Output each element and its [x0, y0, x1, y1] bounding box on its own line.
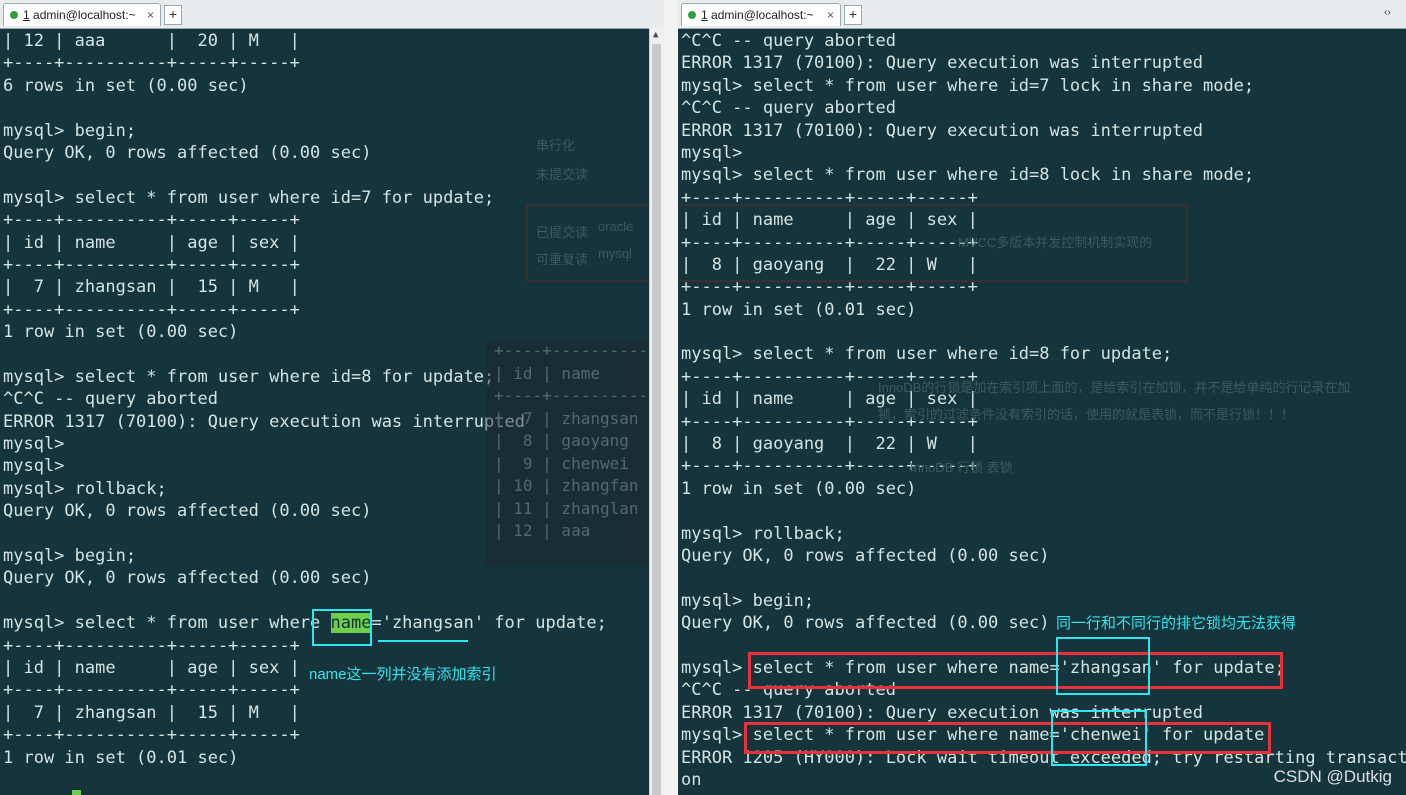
right-line: Query OK, 0 rows affected (0.00 sec) [681, 545, 1050, 566]
left-session-tab[interactable]: 1 admin@localhost:~ × [3, 3, 161, 26]
scroll-up-icon[interactable]: ▲ [653, 30, 658, 40]
ghost-table-row: | 8 | gaoyang | [494, 431, 658, 450]
note-serializable: 串行化 [536, 138, 576, 153]
left-line: 1 row in set (0.01 sec) [3, 747, 239, 768]
right-line: ERROR 1317 (70100): Query execution was … [681, 120, 1203, 141]
tab-scroll-chevron-icon[interactable]: ‹› [1384, 7, 1391, 18]
left-line: Query OK, 0 rows affected (0.00 sec) [3, 568, 372, 589]
left-terminal-pane[interactable]: 1 admin@localhost:~ × + ▾ | 12 | aaa | 2… [0, 0, 664, 795]
left-line: mysql> begin; [3, 120, 137, 141]
left-line: | 7 | zhangsan | 15 | M | [3, 702, 300, 723]
name-column-highlight-box [312, 609, 372, 646]
right-line: | 8 | gaoyang | 22 | W | [681, 434, 978, 455]
pane-divider[interactable] [664, 0, 678, 795]
left-line: | 7 | zhangsan | 15 | M | [3, 277, 300, 298]
chenwei-cyan-box [1051, 710, 1147, 766]
name-no-index-annotation: name这一列并没有添加索引 [309, 666, 497, 683]
left-scrollbar[interactable]: ▲ [649, 28, 664, 795]
right-tab-title: admin@localhost:~ [707, 8, 814, 22]
right-line: 1 row in set (0.01 sec) [681, 299, 917, 320]
left-line: | 12 | aaa | 20 | M | [3, 31, 300, 51]
left-line: 6 rows in set (0.00 sec) [3, 75, 249, 96]
left-line: +----+----------+-----+-----+ [3, 635, 300, 656]
left-line: +----+----------+-----+-----+ [3, 53, 300, 74]
right-line: +----+----------+-----+-----+ [681, 456, 978, 477]
right-line [681, 321, 1406, 343]
ghost-table-row: | 11 | zhanglan | [494, 498, 658, 518]
isolation-box [526, 204, 664, 282]
ghost-table-row: | 7 | zhangsan | [494, 408, 658, 428]
new-tab-button[interactable]: + [164, 5, 182, 25]
close-tab-icon[interactable]: × [147, 8, 154, 22]
right-line: mysql> [681, 142, 743, 163]
connected-status-icon [688, 11, 696, 19]
right-line: mysql> rollback; [681, 523, 845, 544]
left-line: | id | name | age | sex | [3, 657, 300, 678]
ghost-table-row: | 9 | chenwei | [494, 453, 658, 473]
new-tab-button[interactable]: + [844, 5, 862, 25]
right-tab-bar: 1 admin@localhost:~ × + ‹› [678, 0, 1406, 29]
left-line [3, 97, 607, 119]
left-line: +----+----------+-----+-----+ [3, 254, 300, 275]
ghost-table-row: | 10 | zhangfan | [494, 476, 658, 495]
left-line [3, 164, 607, 186]
note-innodb-1: InnoDB的行锁是加在索引项上面的，是给索引在加锁，并不是给单纯的行记录在加 [878, 380, 1351, 395]
left-line: +----+----------+-----+-----+ [3, 299, 300, 320]
left-line: +----+----------+-----+-----+ [3, 725, 300, 746]
ghost-table-row: | 12 | aaa | [494, 521, 658, 540]
ghost-table-text: +----+----------+ | id | name | +----+----… [494, 340, 658, 543]
right-line: 1 row in set (0.00 sec) [681, 478, 917, 499]
left-line: +----+----------+-----+-----+ [3, 680, 300, 701]
chenwei-query-red-box [744, 722, 1271, 754]
ghost-table-row: +----+----------+ [494, 386, 658, 405]
right-line: mysql> select * from user where id=7 loc… [681, 75, 1255, 96]
right-line [681, 500, 1406, 522]
zhangsan-query-red-box [748, 652, 1283, 689]
right-line: ^C^C -- query aborted [681, 31, 896, 51]
left-line: mysql> select * from user where name='zh… [3, 613, 607, 634]
terminal-cursor [72, 790, 81, 795]
left-line: mysql> select * from user where id=7 for… [3, 187, 495, 208]
csdn-watermark: CSDN @Dutkig [1273, 767, 1392, 786]
ghost-table-row: | id | name | [494, 363, 658, 383]
close-tab-icon[interactable]: × [827, 8, 834, 22]
right-line: mysql> select * from user where id=8 loc… [681, 165, 1255, 186]
left-tab-bar: 1 admin@localhost:~ × + ▾ [0, 0, 664, 29]
right-scrollbar[interactable] [1396, 28, 1406, 795]
left-line: | id | name | age | sex | [3, 232, 300, 253]
left-line: Query OK, 0 rows affected (0.00 sec) [3, 142, 372, 163]
zhangsan-underline [378, 640, 468, 642]
connected-status-icon [10, 11, 18, 19]
left-scroll-thumb[interactable] [652, 44, 661, 795]
exclusive-lock-annotation: 同一行和不同行的排它锁均无法获得 [1056, 615, 1297, 632]
right-tab-number: 1 [701, 8, 708, 22]
right-line: Query OK, 0 rows affected (0.00 sec) [681, 613, 1050, 634]
left-tab-title: admin@localhost:~ [29, 8, 136, 22]
right-line: ERROR 1317 (70100): Query execution was … [681, 702, 1203, 723]
right-terminal-pane[interactable]: 1 admin@localhost:~ × + ‹› ^C^C -- query… [678, 0, 1406, 795]
note-read-uncommitted: 未提交读 [536, 167, 589, 182]
right-line [681, 567, 1406, 589]
background-table-overlay: +----+----------+ | id | name | +----+----… [486, 340, 664, 565]
right-line: ERROR 1317 (70100): Query execution was … [681, 53, 1203, 74]
note-innodb-2: 锁，索引的过滤条件没有索引的话，使用的就是表锁，而不是行锁！！！ [878, 407, 1295, 422]
note-innodb-3: InnoDB 行锁 表锁 [910, 460, 1013, 475]
right-line: ^C^C -- query aborted [681, 98, 896, 119]
left-line: +----+----------+-----+-----+ [3, 210, 300, 231]
right-session-tab[interactable]: 1 admin@localhost:~ × [681, 3, 841, 26]
result-frame-box [678, 204, 1188, 282]
left-tab-number: 1 [23, 8, 30, 22]
right-line: mysql> select * from user where id=8 for… [681, 344, 1173, 365]
zhangsan-cyan-box [1056, 637, 1150, 695]
left-line [3, 590, 607, 612]
ghost-table-row: +----+----------+ [494, 341, 658, 360]
right-line: mysql> begin; [681, 590, 815, 611]
